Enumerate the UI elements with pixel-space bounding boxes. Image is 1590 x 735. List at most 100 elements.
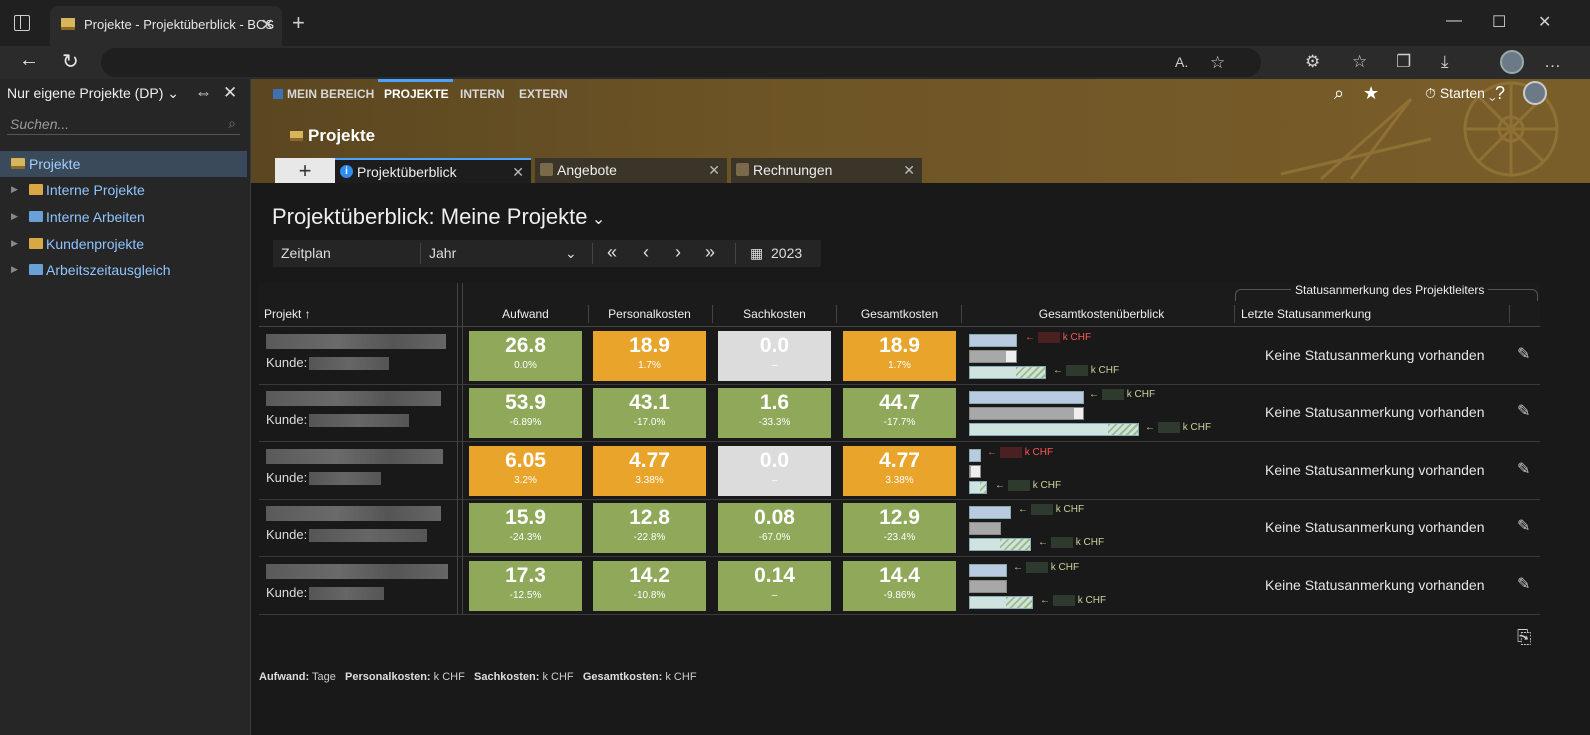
- collections-icon[interactable]: ❐: [1396, 52, 1411, 72]
- favorite-add-icon[interactable]: ☆: [1210, 53, 1225, 73]
- new-tab-button[interactable]: +: [292, 12, 305, 34]
- extensions-icon[interactable]: ⚙: [1305, 52, 1320, 72]
- address-bar[interactable]: A. ☆: [101, 48, 1261, 77]
- next-period-button[interactable]: ›: [675, 242, 681, 263]
- expand-icon[interactable]: ▶: [11, 264, 18, 275]
- table-row[interactable]: Kunde: 6.05 3.2% 4.77 3.38% 0.0 – 4.77 3.38% ← k …: [259, 443, 1540, 500]
- edit-icon[interactable]: ✎: [1517, 459, 1530, 479]
- search-icon[interactable]: ⌕: [228, 115, 236, 132]
- cell-sach[interactable]: 0.0 –: [718, 331, 831, 381]
- cell-gesamt[interactable]: 4.77 3.38%: [843, 445, 956, 496]
- project-filter-dropdown[interactable]: Nur eigene Projekte (DP) ⌄: [7, 85, 179, 102]
- cell-sach[interactable]: 0.0 –: [718, 445, 831, 496]
- tab-actions-icon[interactable]: [14, 15, 30, 31]
- tree-item-interne-projekte[interactable]: ▶ Interne Projekte: [0, 177, 247, 203]
- table-row[interactable]: Kunde: 17.3 -12.5% 14.2 -10.8% 0.14 – 14.4 -9.86…: [259, 558, 1540, 615]
- cell-aufwand[interactable]: 53.9 -6.89%: [469, 388, 582, 439]
- help-icon[interactable]: ?: [1495, 83, 1505, 104]
- nav-projekte[interactable]: PROJEKTE: [384, 87, 449, 101]
- close-tab-icon[interactable]: ✕: [512, 164, 524, 181]
- cell-personal[interactable]: 18.9 1.7%: [593, 331, 706, 381]
- edit-icon[interactable]: ✎: [1517, 516, 1530, 536]
- profile-avatar[interactable]: [1500, 50, 1524, 74]
- cell-sach[interactable]: 0.08 -67.0%: [718, 503, 831, 554]
- search-input[interactable]: Suchen... ⌕: [7, 113, 240, 135]
- cell-sach[interactable]: 0.14 –: [718, 560, 831, 611]
- add-tab-button[interactable]: +: [275, 158, 335, 183]
- cell-personal[interactable]: 14.2 -10.8%: [593, 560, 706, 611]
- mode-select[interactable]: Zeitplan: [281, 245, 331, 261]
- starten-dropdown[interactable]: ⏱ Starten ⌄: [1425, 85, 1495, 102]
- expand-icon[interactable]: ▶: [11, 211, 18, 222]
- cell-sach[interactable]: 1.6 -33.3%: [718, 388, 831, 439]
- cell-aufwand[interactable]: 26.8 0.0%: [469, 331, 582, 381]
- col-personalkosten[interactable]: Personalkosten: [593, 307, 706, 321]
- period-select[interactable]: Jahr: [429, 245, 456, 261]
- cell-gesamt[interactable]: 18.9 1.7%: [843, 331, 956, 381]
- project-name-redacted[interactable]: [266, 334, 446, 349]
- nav-extern[interactable]: EXTERN: [519, 87, 568, 101]
- nav-intern[interactable]: INTERN: [460, 87, 505, 101]
- close-tab-icon[interactable]: ✕: [903, 162, 915, 179]
- search-icon[interactable]: ⌕: [1334, 83, 1344, 104]
- back-arrow-icon[interactable]: ←: [19, 49, 39, 72]
- close-icon[interactable]: ✕: [223, 83, 237, 103]
- col-gesamtkosten[interactable]: Gesamtkosten: [843, 307, 956, 321]
- edit-icon[interactable]: ✎: [1517, 574, 1530, 594]
- dock-toggle-icon[interactable]: ⇔: [195, 83, 212, 103]
- table-row[interactable]: Kunde: 26.8 0.0% 18.9 1.7% 0.0 – 18.9 1.7% ← k CH…: [259, 328, 1540, 385]
- chevron-down-icon[interactable]: ⌄: [565, 245, 577, 262]
- cell-aufwand[interactable]: 17.3 -12.5%: [469, 560, 582, 611]
- project-name-redacted[interactable]: [266, 506, 441, 522]
- cell-personal[interactable]: 12.8 -22.8%: [593, 503, 706, 554]
- reload-icon[interactable]: ↻: [62, 49, 79, 74]
- cell-aufwand[interactable]: 6.05 3.2%: [469, 445, 582, 496]
- tab-projektueberblick[interactable]: i Projektüberblick ✕: [335, 158, 531, 183]
- year-field[interactable]: 2023: [771, 245, 802, 261]
- project-name-redacted[interactable]: [266, 391, 441, 407]
- project-name-redacted[interactable]: [266, 448, 443, 464]
- view-heading[interactable]: Projektüberblick: Meine Projekte ⌄: [272, 204, 605, 230]
- minimize-button[interactable]: —: [1446, 12, 1462, 30]
- col-aufwand[interactable]: Aufwand: [469, 307, 582, 321]
- prev-period-button[interactable]: ‹: [643, 242, 649, 263]
- close-tab-icon[interactable]: ✕: [261, 15, 274, 35]
- project-name-redacted[interactable]: [266, 563, 448, 579]
- tab-angebote[interactable]: Angebote ✕: [535, 158, 727, 183]
- read-aloud-icon[interactable]: A.: [1175, 54, 1188, 70]
- first-period-button[interactable]: «: [607, 242, 617, 263]
- tree-item-projekte[interactable]: Projekte: [0, 151, 247, 177]
- table-row[interactable]: Kunde: 15.9 -24.3% 12.8 -22.8% 0.08 -67.0% 12.9…: [259, 500, 1540, 558]
- export-icon[interactable]: ⎘: [1517, 627, 1531, 648]
- cell-gesamt[interactable]: 12.9 -23.4%: [843, 503, 956, 554]
- more-menu-icon[interactable]: …: [1544, 52, 1561, 72]
- cell-gesamt[interactable]: 44.7 -17.7%: [843, 388, 956, 439]
- maximize-button[interactable]: ☐: [1492, 12, 1506, 32]
- last-period-button[interactable]: »: [705, 242, 715, 263]
- cell-personal[interactable]: 43.1 -17.0%: [593, 388, 706, 439]
- calendar-icon[interactable]: ▦: [750, 245, 763, 262]
- tree-item-arbeitszeitausgleich[interactable]: ▶ Arbeitszeitausgleich: [0, 257, 247, 283]
- download-icon[interactable]: ⤓: [1441, 52, 1449, 72]
- user-avatar[interactable]: [1523, 81, 1547, 105]
- col-gesamtkostenueberblick[interactable]: Gesamtkostenüberblick: [969, 307, 1234, 321]
- col-projekt[interactable]: Projekt ↑: [264, 307, 311, 321]
- edit-icon[interactable]: ✎: [1517, 401, 1530, 421]
- nav-mein-bereich[interactable]: MEIN BEREICH: [273, 87, 374, 101]
- edit-icon[interactable]: ✎: [1517, 344, 1530, 364]
- col-sachkosten[interactable]: Sachkosten: [718, 307, 831, 321]
- cell-personal[interactable]: 4.77 3.38%: [593, 445, 706, 496]
- tree-item-kundenprojekte[interactable]: ▶ Kundenprojekte: [0, 231, 247, 257]
- cell-aufwand[interactable]: 15.9 -24.3%: [469, 503, 582, 554]
- table-row[interactable]: Kunde: 53.9 -6.89% 43.1 -17.0% 1.6 -33.3% 44.7 -…: [259, 385, 1540, 443]
- star-icon[interactable]: ★: [1363, 83, 1379, 104]
- close-window-button[interactable]: ✕: [1538, 12, 1551, 32]
- expand-icon[interactable]: ▶: [11, 238, 18, 249]
- tree-item-interne-arbeiten[interactable]: ▶ Interne Arbeiten: [0, 204, 247, 230]
- favorites-icon[interactable]: ☆: [1352, 52, 1367, 72]
- col-letzte-statusanmerkung[interactable]: Letzte Statusanmerkung: [1241, 307, 1371, 321]
- close-tab-icon[interactable]: ✕: [708, 162, 720, 179]
- cell-gesamt[interactable]: 14.4 -9.86%: [843, 560, 956, 611]
- expand-icon[interactable]: ▶: [11, 184, 18, 195]
- tab-rechnungen[interactable]: Rechnungen ✕: [731, 158, 922, 183]
